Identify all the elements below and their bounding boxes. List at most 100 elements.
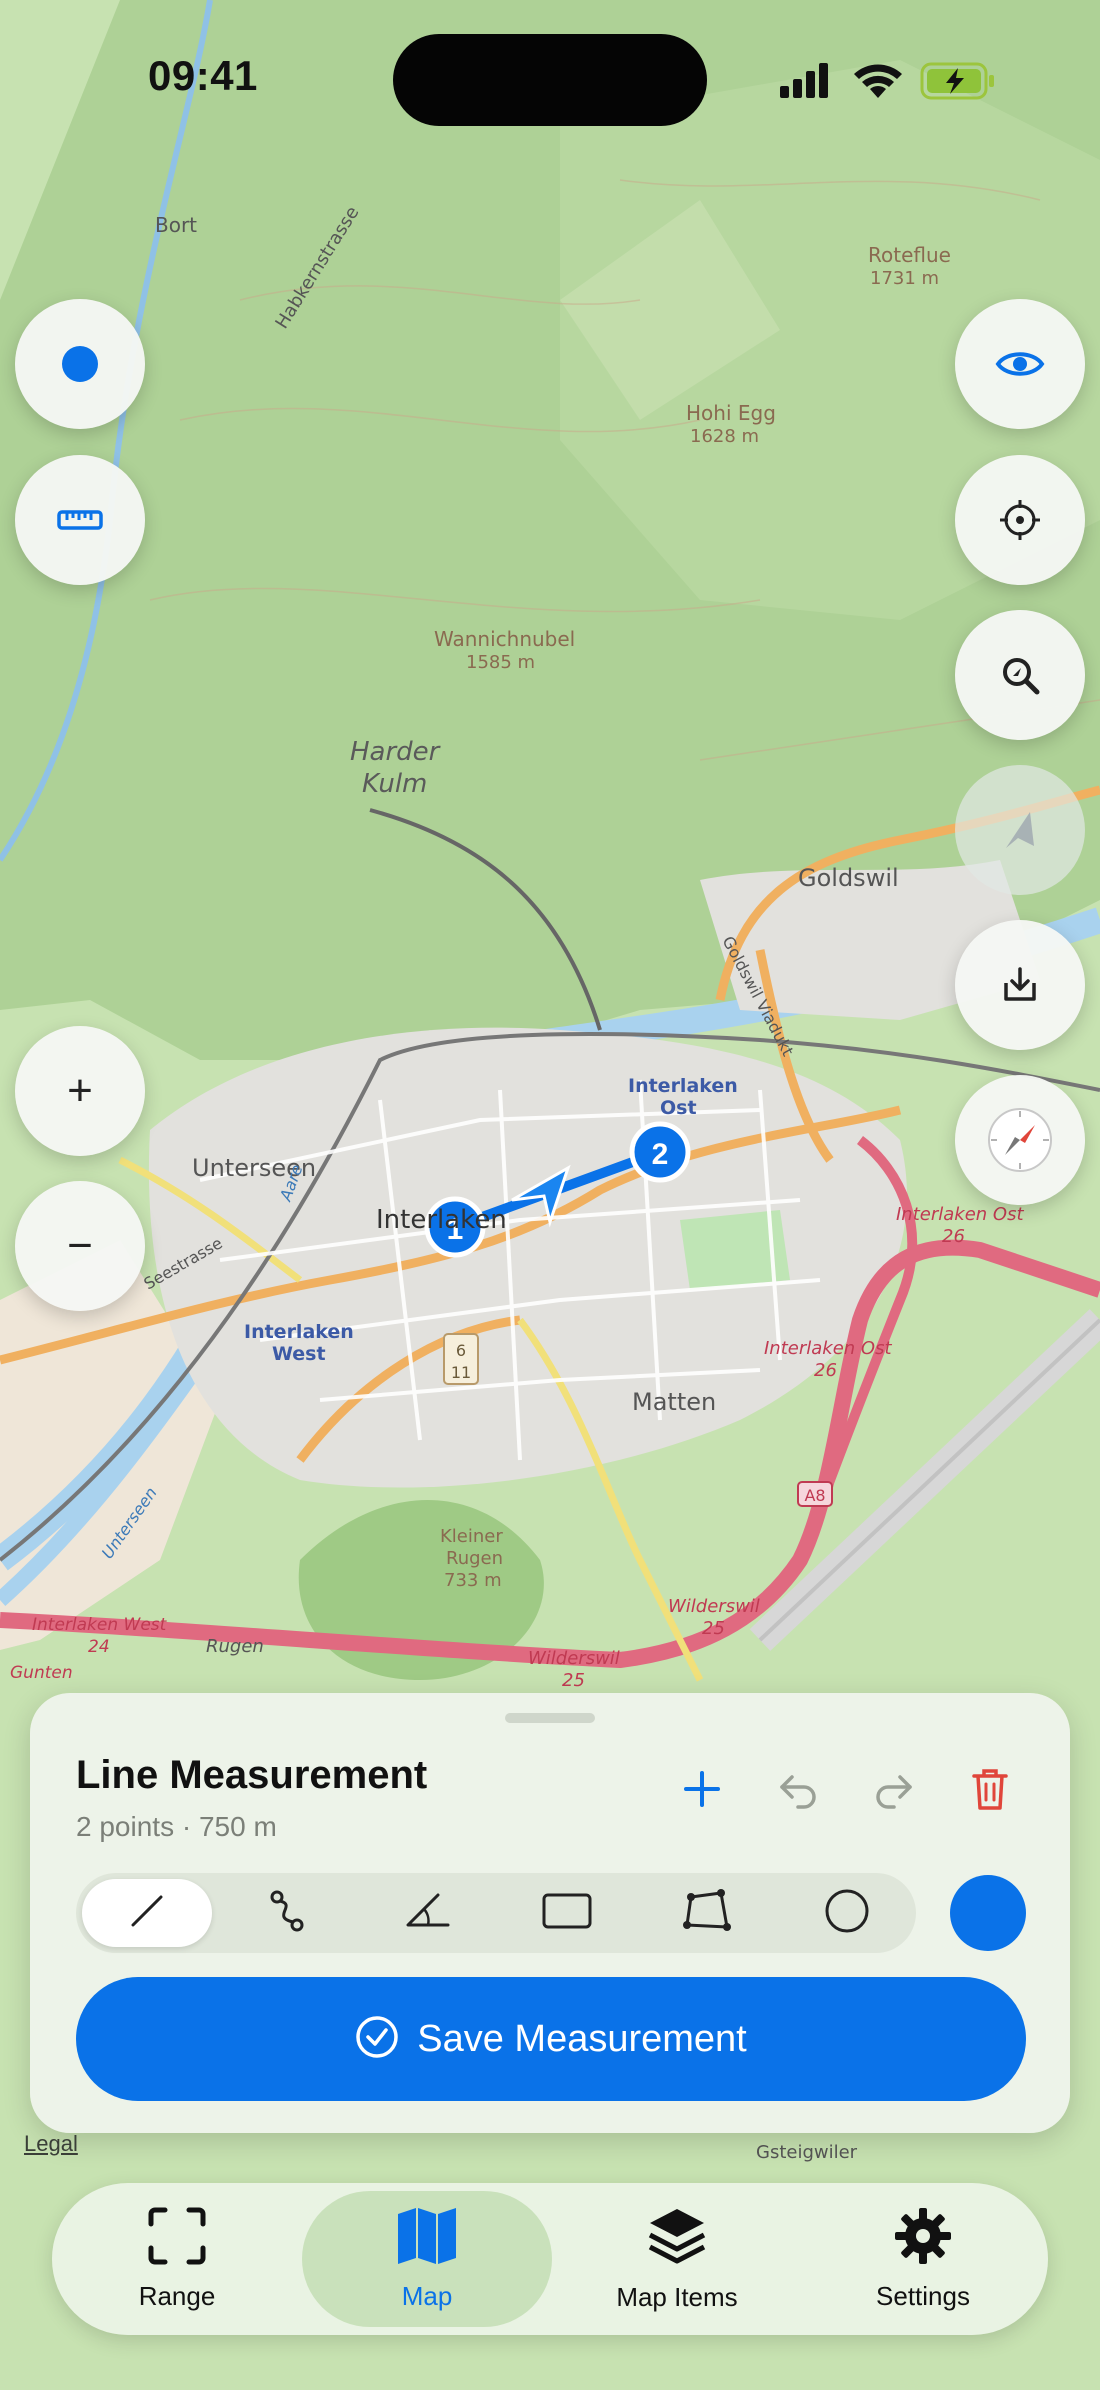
map-label: 24 [88,1637,110,1657]
measure-point-2[interactable]: 2 [629,1121,691,1183]
map-label: 11 [451,1363,471,1382]
delete-button[interactable] [962,1763,1018,1819]
map-icon [396,2206,458,2271]
angle-tool[interactable] [362,1879,492,1947]
map-label: Hohi Egg [686,401,776,425]
angle-icon [404,1891,450,1936]
cellular-signal-icon [780,63,828,98]
map-label: 25 [702,1618,725,1639]
rectangle-tool[interactable] [502,1879,632,1947]
gear-icon [893,2206,953,2271]
dynamic-island [393,34,707,126]
line-icon [127,1891,167,1936]
zoom-in-icon: + [67,1066,93,1115]
map-label: Bort [155,213,197,237]
circle-tool[interactable] [782,1879,912,1947]
map-label: Roteflue [868,243,951,267]
map-label: Kulm [362,769,427,799]
save-measurement-button[interactable]: Save Measurement [76,1977,1026,2101]
measure-tool-button[interactable] [15,455,145,585]
status-bar: 09:41 [0,0,1100,150]
add-point-icon [682,1769,722,1814]
layers-icon [646,2205,708,2272]
rectangle-icon [541,1891,593,1936]
checkmark-circle-icon [355,2015,399,2064]
polygon-tool[interactable] [642,1879,772,1947]
map-label: Interlaken [628,1075,738,1097]
zoom-search-icon [999,654,1041,696]
tool-segmented-control [76,1873,916,1953]
map-label: Interlaken [376,1205,507,1235]
ruler-icon [57,507,103,533]
compass-button[interactable] [955,1075,1085,1205]
search-area-button[interactable] [955,610,1085,740]
my-location-button[interactable] [15,299,145,429]
location-dot-icon [60,344,100,384]
map-label: Interlaken Ost [764,1338,892,1359]
legal-link[interactable]: Legal [24,2131,78,2157]
tab-range-label: Range [138,2281,216,2311]
path-icon [267,1889,307,1938]
save-measurement-label: Save Measurement [417,2017,747,2060]
tab-bar: Range Map Map Items Settings [52,2183,1048,2335]
color-picker-button[interactable] [950,1875,1026,1951]
download-map-button[interactable] [955,920,1085,1050]
map-label: Gsteigwiler [756,2142,858,2163]
measure-point-2-label: 2 [652,1138,669,1171]
tab-map-label: Map [401,2281,453,2311]
navigation-button[interactable] [955,765,1085,895]
undo-icon [776,1769,820,1814]
redo-button[interactable] [866,1763,922,1819]
tab-map-items[interactable]: Map Items [552,2183,802,2335]
wifi-icon [854,64,902,98]
map-label: Wilderswil [528,1648,620,1669]
map-label: Ost [660,1097,697,1119]
add-point-button[interactable] [674,1763,730,1819]
eye-icon [995,347,1045,381]
map-label: 6 [456,1341,466,1360]
map-label: Kleiner [440,1526,503,1547]
measurement-sheet: Line Measurement 2 points · 750 m Save M… [30,1693,1070,2133]
map-label: 26 [942,1226,965,1247]
sheet-subtitle: 2 points · 750 m [76,1811,277,1842]
tab-map[interactable]: Map [302,2191,552,2327]
map-label: Interlaken West [32,1615,168,1635]
map-label: Interlaken [244,1321,354,1343]
map-label: 1585 m [466,652,535,673]
undo-button[interactable] [770,1763,826,1819]
tab-map-items-label: Map Items [616,2282,738,2312]
polygon-icon [683,1888,731,1938]
trash-icon [970,1766,1010,1817]
map-label: West [272,1343,326,1365]
sheet-handle[interactable] [505,1713,595,1723]
viewfinder-icon [147,2206,207,2271]
sheet-title: Line Measurement [76,1753,428,1797]
navigation-arrow-icon [1000,808,1040,852]
download-tray-icon [1000,965,1040,1005]
map-label: Gunten [10,1663,73,1683]
map-label: 1731 m [870,268,939,289]
crosshair-icon [998,498,1042,542]
zoom-out-button[interactable]: − [15,1181,145,1311]
line-tool[interactable] [82,1879,212,1947]
path-tool[interactable] [222,1879,352,1947]
map-label: Goldswil [798,864,899,892]
map-label: A8 [804,1486,825,1505]
compass-icon [985,1105,1055,1175]
battery-icon [920,62,994,100]
status-time: 09:41 [148,52,258,99]
map-label: Rugen [446,1548,503,1569]
map-label: 25 [562,1670,585,1691]
center-location-button[interactable] [955,455,1085,585]
tab-settings[interactable]: Settings [798,2183,1048,2335]
tab-settings-label: Settings [876,2281,970,2311]
zoom-in-button[interactable]: + [15,1026,145,1156]
map-label: Wilderswil [668,1596,760,1617]
map-label: Harder [350,737,442,767]
tab-range[interactable]: Range [52,2183,302,2335]
map-label: 733 m [444,1570,502,1591]
status-icons [778,56,1008,106]
visibility-button[interactable] [955,299,1085,429]
map-label: Wannichnubel [434,627,575,651]
map-label: Rugen [206,1636,264,1657]
